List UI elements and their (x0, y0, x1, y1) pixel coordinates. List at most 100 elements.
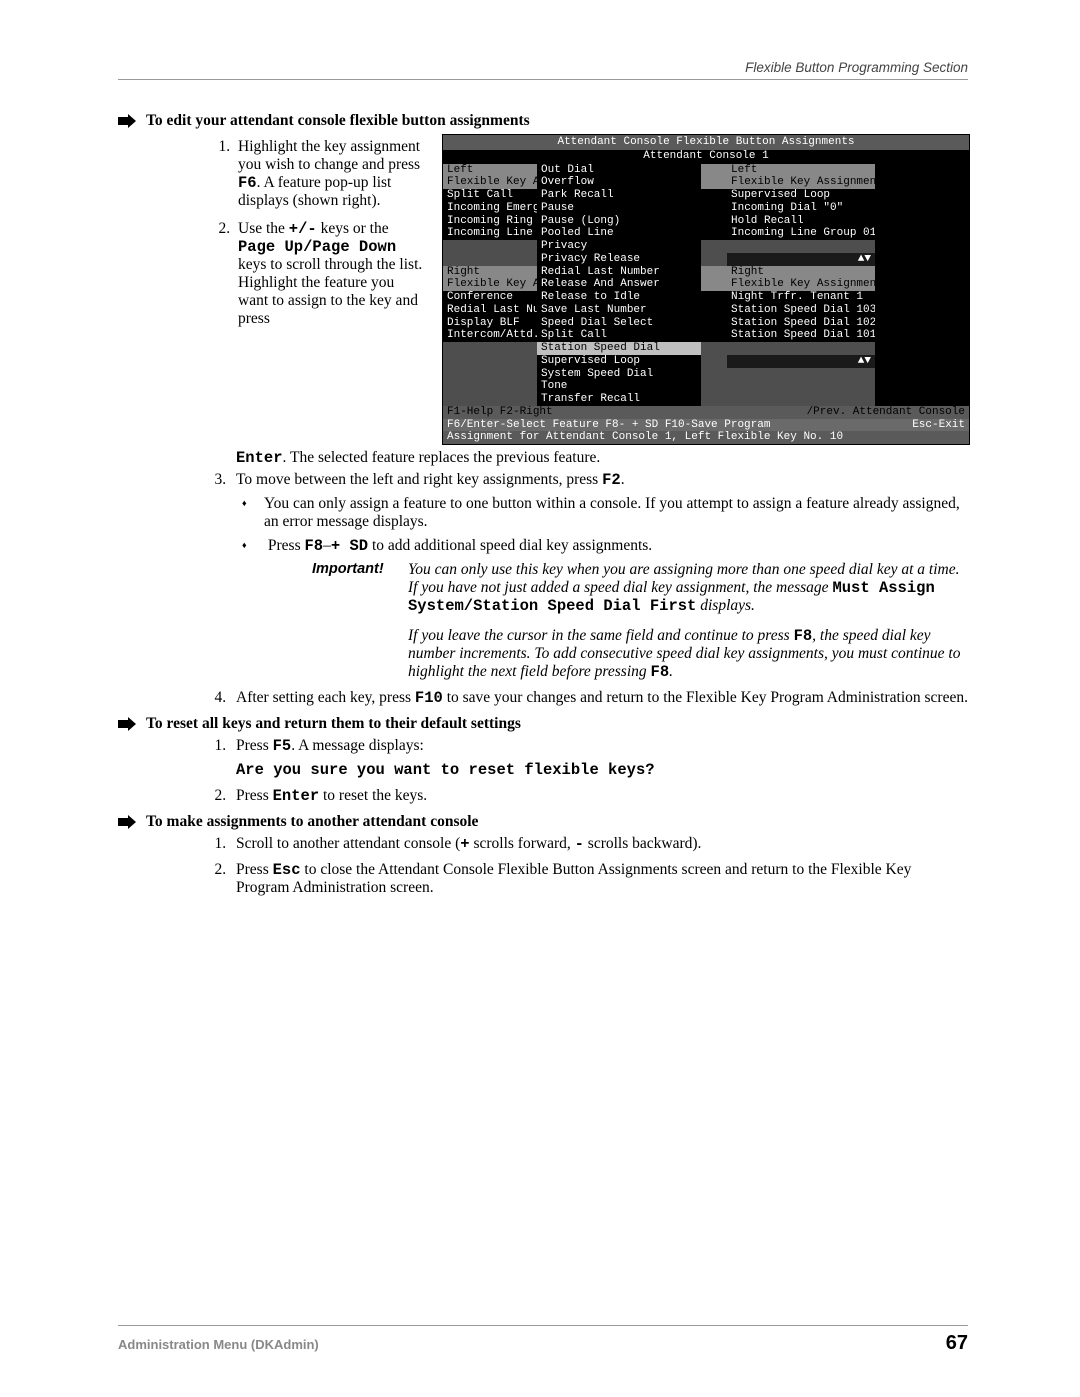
console-bottom-3: Assignment for Attendant Console 1, Left… (443, 431, 969, 444)
text: Esc-Exit (912, 419, 965, 432)
blank (727, 342, 875, 355)
popup: Pause (537, 202, 701, 215)
key-f8: F8 (794, 627, 813, 645)
popup: Pooled Line (537, 227, 701, 240)
hdr-right: Right (727, 266, 875, 279)
pointer-right-icon (118, 114, 136, 128)
page-footer: Administration Menu (DKAdmin) 67 (118, 1325, 968, 1355)
key-plus-minus: +/- (289, 220, 317, 238)
rval: Incoming Line Group 01 (727, 227, 875, 240)
blank (443, 380, 537, 393)
section-edit: To edit your attendant console flexible … (118, 112, 968, 130)
pointer-right-icon (118, 717, 136, 731)
pointer-right-icon (118, 815, 136, 829)
text: . (669, 663, 673, 680)
page-number: 67 (946, 1332, 968, 1355)
text: to add additional speed dial key assignm… (368, 537, 652, 554)
gap (701, 380, 727, 393)
text: Use the (238, 220, 289, 237)
text: to save your changes and return to the F… (443, 689, 968, 706)
reset-prompt: Are you sure you want to reset flexible … (236, 761, 968, 779)
key-enter: Enter (273, 787, 320, 805)
section-title: To edit your attendant console flexible … (146, 112, 530, 130)
key-f8: F8 (304, 537, 323, 555)
gap (701, 240, 727, 253)
gap (701, 342, 727, 355)
lkey: Incoming Emerge (443, 202, 537, 215)
sec3-steps: Scroll to another attendant console (+ s… (118, 835, 968, 897)
gap (701, 278, 727, 291)
text: F6/Enter-Select Feature F8- + SD F10-Sav… (447, 419, 770, 432)
text: . The selected feature replaces the prev… (283, 449, 601, 466)
step-wrap: Highlight the key assignment you wish to… (194, 134, 968, 445)
step-list-top: Highlight the key assignment you wish to… (194, 138, 424, 328)
text: – (323, 537, 331, 554)
key-f10: F10 (415, 689, 443, 707)
popup: Tone (537, 380, 701, 393)
blank (727, 393, 875, 406)
popup: Out Dial (537, 164, 701, 177)
blank (443, 368, 537, 381)
text: displays. (696, 597, 755, 614)
step-1: Scroll to another attendant console (+ s… (230, 835, 968, 853)
gap (701, 189, 727, 202)
popup: Pause (Long) (537, 215, 701, 228)
step-2: Press Esc to close the Attendant Console… (230, 861, 968, 897)
gap (701, 355, 727, 368)
important-note: Important! You can only use this key whe… (312, 561, 968, 681)
console-title: Attendant Console Flexible Button Assign… (443, 135, 969, 150)
popup: Privacy Release (537, 253, 701, 266)
blank (727, 368, 875, 381)
section-title: To make assignments to another attendant… (146, 813, 478, 831)
console-bottom-1: F1-Help F2-Right/Prev. Attendant Console (443, 406, 969, 419)
step-4: After setting each key, press F10 to sav… (230, 689, 968, 707)
key-plus: + (460, 835, 469, 853)
hdr-right2: Flexible Key Assignment (727, 176, 875, 189)
hdr-left: Right (443, 266, 537, 279)
text: To move between the left and right key a… (236, 471, 602, 488)
popup-highlight: Station Speed Dial (537, 342, 701, 355)
bullet: Press F8–+ SD to add additional speed di… (264, 537, 968, 555)
key-esc: Esc (273, 861, 301, 879)
gap (701, 176, 727, 189)
rval: Hold Recall (727, 215, 875, 228)
lkey: Display BLF (443, 317, 537, 330)
key-f8: F8 (651, 663, 670, 681)
console-bottom-2: F6/Enter-Select Feature F8- + SD F10-Sav… (443, 419, 969, 432)
text: Press (268, 537, 305, 554)
key-enter: Enter (236, 449, 283, 467)
running-head: Flexible Button Programming Section (118, 60, 968, 79)
section-reset: To reset all keys and return them to the… (118, 715, 968, 733)
lkey: Intercom/Attd. (443, 329, 537, 342)
popup: Save Last Number (537, 304, 701, 317)
lkey: Redial Last Num (443, 304, 537, 317)
text: keys or the (317, 220, 389, 237)
text: keys to scroll through the list. Highlig… (238, 256, 422, 327)
console-screen: Attendant Console Flexible Button Assign… (442, 134, 970, 445)
scroll-arrows-icon: ▲▼ (727, 253, 875, 266)
blank (727, 240, 875, 253)
step-3: To move between the left and right key a… (230, 471, 968, 681)
text: scrolls backward). (584, 835, 702, 852)
popup: Split Call (537, 329, 701, 342)
text: After setting each key, press (236, 689, 415, 706)
key-f2: F2 (602, 471, 621, 489)
steps-left: Highlight the key assignment you wish to… (194, 134, 424, 338)
blank (443, 253, 537, 266)
text: Press (236, 787, 273, 804)
popup: Supervised Loop (537, 355, 701, 368)
text: If you leave the cursor in the same fiel… (408, 627, 794, 644)
gap (701, 304, 727, 317)
text: Scroll to another attendant console ( (236, 835, 460, 852)
popup: Redial Last Number (537, 266, 701, 279)
gap (701, 164, 727, 177)
gap (701, 368, 727, 381)
text: Press (236, 861, 273, 878)
gap (701, 291, 727, 304)
step-2: Press Enter to reset the keys. (230, 787, 968, 805)
key-f5: F5 (273, 737, 292, 755)
important-body: You can only use this key when you are a… (408, 561, 968, 681)
rval: Supervised Loop (727, 189, 875, 202)
page: Flexible Button Programming Section To e… (0, 0, 1080, 1397)
gap (701, 329, 727, 342)
